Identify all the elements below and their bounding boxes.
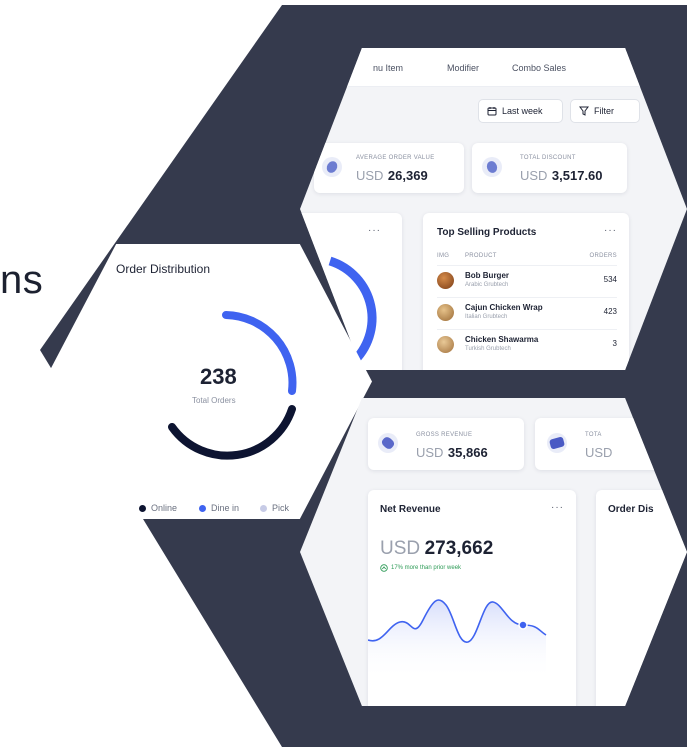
net-revenue-delta: 17% more than prior week [380,564,461,572]
order-distribution-title: Order Distribution [116,262,211,276]
total-discount-currency: USD [520,168,548,183]
total-orders-label: Total Orders [192,396,236,405]
table-row[interactable]: Cajun Chicken Wrap Italian Grubtech 423 [437,297,617,330]
legend-online: Online [139,503,177,513]
avg-order-label: AVERAGE ORDER VALUE [356,155,435,161]
total-partial-icon [547,433,567,453]
product-thumbnail [437,304,454,321]
legend-pickup-label: Pick [272,503,290,513]
tab-menu-item[interactable]: nu Item [373,63,403,73]
product-thumbnail [437,336,454,353]
gross-revenue-icon [378,433,398,453]
last-week-label: Last week [502,106,543,116]
total-discount-card: TOTAL DISCOUNT USD 3,517.60 [472,143,627,193]
online-dot [139,504,146,512]
total-discount-icon [482,157,502,177]
avg-order-value: 26,369 [387,168,428,183]
total-partial-label: TOTA [585,432,602,438]
net-revenue-title: Net Revenue [380,504,441,515]
product-name: Chicken Shawarma [465,335,539,344]
product-sub: Turkish Grubtech [465,346,511,352]
net-revenue-card: Net Revenue ··· USD 273,662 17% more tha… [368,490,576,706]
top-dashboard-panel: nu Item Modifier Combo Sales Last week F… [300,48,687,370]
filter-icon [579,106,589,116]
calendar-icon [487,107,497,116]
top-selling-title: Top Selling Products [437,227,537,238]
net-revenue-currency: USD [380,538,421,559]
legend-online-label: Online [151,503,178,513]
left-card-more-button[interactable]: ··· [368,225,381,236]
last-week-button[interactable]: Last week [478,99,563,123]
col-product: PRODUCT [465,253,497,259]
legend-pickup: Pick [260,503,289,513]
gross-revenue-currency: USD [416,445,444,460]
legend-dine-in-label: Dine in [211,503,240,513]
tab-modifier[interactable]: Modifier [447,63,479,73]
sparkline-marker [518,620,528,630]
filter-button[interactable]: Filter [570,99,640,123]
pickup-dot [260,504,267,512]
product-orders: 534 [603,275,617,284]
product-thumbnail [437,272,454,289]
avg-order-value-card: AVERAGE ORDER VALUE USD 26,369 [314,143,464,193]
table-row[interactable]: Chicken Shawarma Turkish Grubtech 3 [437,329,617,362]
gross-revenue-label: GROSS REVENUE [416,432,473,438]
top-selling-card: Top Selling Products ··· IMG PRODUCT ORD… [423,213,629,370]
filter-label: Filter [594,106,614,116]
total-partial-currency: USD [585,445,613,460]
avg-order-currency: USD [356,168,384,183]
dine-in-dot [199,504,206,512]
avg-order-icon [322,157,342,177]
total-discount-value: 3,517.60 [551,168,603,183]
total-orders-value: 238 [200,364,237,389]
product-sub: Arabic Grubtech [465,282,509,288]
product-name: Bob Burger [465,271,509,280]
col-orders: ORDERS [589,253,617,259]
product-orders: 3 [612,339,617,348]
product-sub: Italian Grubtech [465,314,508,320]
net-revenue-sparkline [368,599,547,680]
product-orders: 423 [603,307,617,316]
bottom-dashboard-panel: GROSS REVENUE USD 35,866 TOTA USD Net Re… [300,398,687,706]
gross-revenue-card: GROSS REVENUE USD 35,866 [368,418,524,470]
net-revenue-delta-text: 17% more than prior week [391,565,462,571]
table-row[interactable]: Bob Burger Arabic Grubtech 534 [437,265,617,298]
top-selling-more-button[interactable]: ··· [604,225,617,236]
legend-dine-in: Dine in [199,503,239,513]
tab-combo-sales[interactable]: Combo Sales [512,63,566,73]
trend-up-icon [380,564,388,572]
net-revenue-more-button[interactable]: ··· [551,502,564,513]
total-discount-label: TOTAL DISCOUNT [520,155,576,161]
net-revenue-value: 273,662 [424,538,494,559]
product-name: Cajun Chicken Wrap [465,303,543,312]
order-dist-partial-title: Order Dis [608,504,654,515]
gross-revenue-value: 35,866 [447,445,488,460]
col-img: IMG [437,253,450,259]
